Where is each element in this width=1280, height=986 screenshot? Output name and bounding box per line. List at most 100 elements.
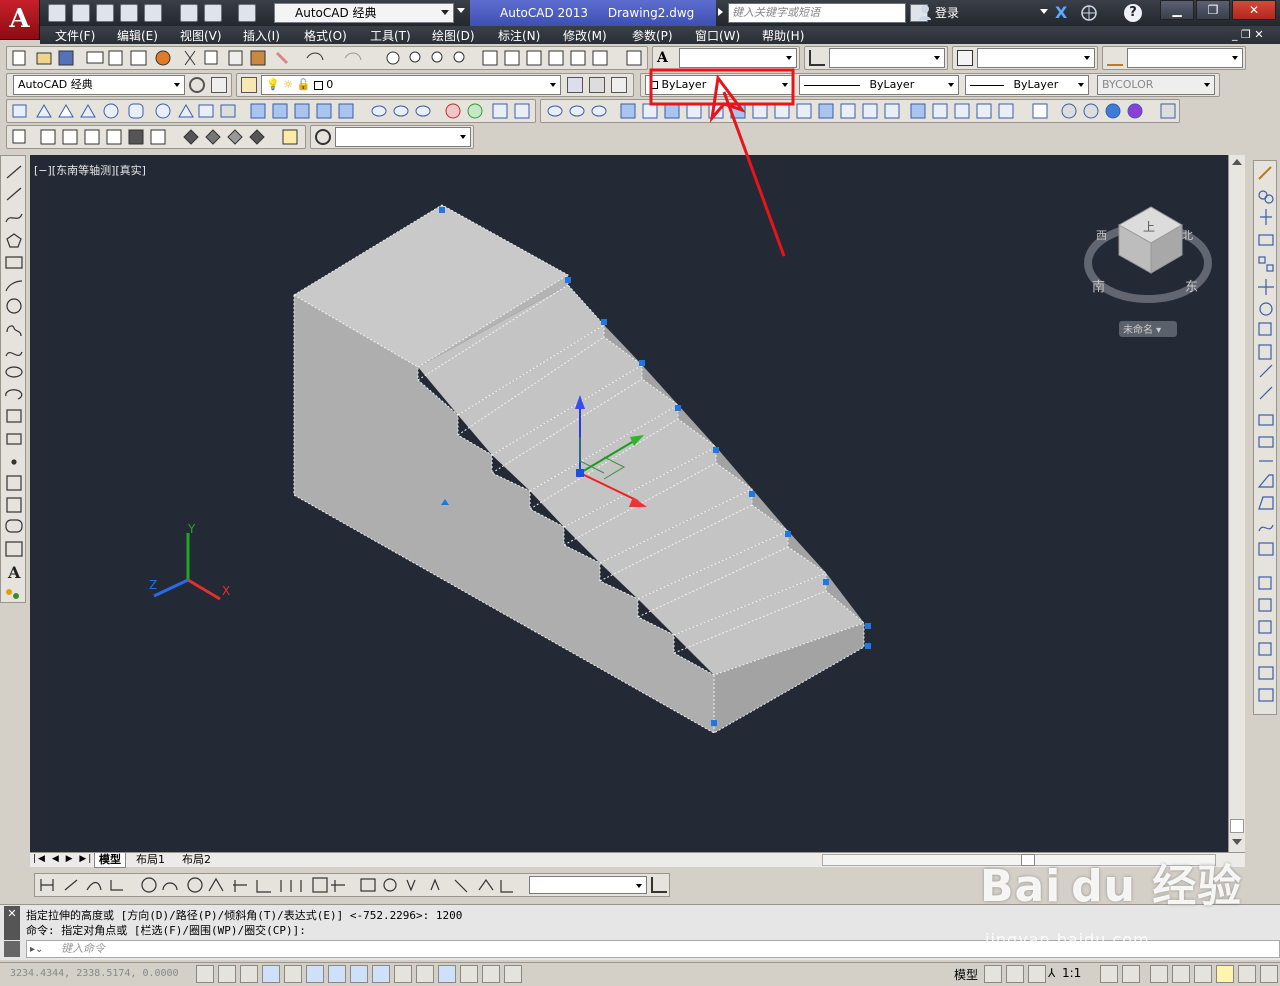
minimize-button[interactable]: ▁ — [1160, 0, 1194, 20]
named-view-icon[interactable] — [315, 129, 331, 145]
restore-button[interactable]: ❐ — [1196, 0, 1230, 20]
scroll-thumb[interactable] — [1230, 819, 1244, 833]
undo-icon[interactable] — [204, 4, 222, 22]
annotation-scale-icon[interactable]: ⅄ — [1048, 966, 1055, 980]
transparency-toggle[interactable] — [438, 965, 456, 983]
menu-dimension[interactable]: 标注(N) — [498, 27, 540, 44]
named-view-combo[interactable] — [335, 127, 471, 147]
exchange-icon[interactable]: X — [1055, 4, 1073, 22]
close-button[interactable]: ✕ — [1232, 0, 1276, 20]
dynamic-input-toggle[interactable] — [394, 965, 412, 983]
annotation-monitor-toggle[interactable] — [504, 965, 522, 983]
workspace-switching-icon[interactable] — [1150, 965, 1168, 983]
isolate-objects-icon[interactable] — [1216, 965, 1234, 983]
model-space-button[interactable]: 模型 — [954, 966, 978, 983]
hardware-acceleration-icon[interactable] — [1194, 965, 1212, 983]
color-combo[interactable]: ByLayer — [645, 75, 793, 95]
plot-preview-icon[interactable] — [144, 4, 162, 22]
quick-access-dropdown-icon[interactable] — [457, 8, 465, 13]
text-style-icon[interactable]: A — [657, 50, 668, 66]
multileader-style-combo[interactable] — [1127, 48, 1243, 68]
sign-in-link[interactable]: 登录 — [935, 4, 959, 21]
print-icon[interactable] — [180, 4, 198, 22]
multileader-style-icon[interactable] — [1107, 50, 1123, 66]
table-style-icon[interactable] — [957, 50, 973, 66]
network-icon[interactable] — [1080, 4, 1098, 22]
make-current-layer-icon[interactable] — [567, 77, 583, 93]
ortho-mode-toggle[interactable] — [262, 965, 280, 983]
clean-screen-icon[interactable] — [1260, 965, 1278, 983]
pan-icon[interactable] — [1028, 965, 1046, 983]
quick-view-layouts-icon[interactable] — [984, 965, 1002, 983]
layer-state-icon[interactable] — [611, 77, 627, 93]
menu-window[interactable]: 窗口(W) — [695, 27, 740, 44]
help-icon[interactable]: ? — [1124, 4, 1142, 22]
quick-view-drawings-icon[interactable] — [1006, 965, 1024, 983]
menu-view[interactable]: 视图(V) — [180, 27, 222, 44]
menu-draw[interactable]: 绘图(D) — [432, 27, 475, 44]
scroll-up-icon[interactable] — [1232, 159, 1242, 165]
tab-layout1[interactable]: 布局1 — [136, 853, 165, 867]
quick-properties-toggle[interactable] — [460, 965, 478, 983]
snap-mode-toggle[interactable] — [218, 965, 236, 983]
save-as-icon[interactable] — [120, 4, 138, 22]
vertical-scrollbar[interactable] — [1228, 155, 1245, 852]
menu-parametric[interactable]: 参数(P) — [632, 27, 673, 44]
grid-display-toggle[interactable] — [240, 965, 258, 983]
layer-previous-icon[interactable] — [589, 77, 605, 93]
menu-edit[interactable]: 编辑(E) — [117, 27, 158, 44]
menu-insert[interactable]: 插入(I) — [243, 27, 280, 44]
doc-window-controls[interactable]: _ ❐ ✕ — [1232, 28, 1264, 41]
save-icon[interactable] — [96, 4, 114, 22]
polar-tracking-toggle[interactable] — [284, 965, 302, 983]
dim-style-control-combo[interactable] — [529, 876, 647, 894]
table-style-combo[interactable] — [977, 48, 1095, 68]
workspace-save-icon[interactable] — [211, 77, 227, 93]
dim-style-update-icon[interactable] — [651, 877, 667, 893]
object-snap-toggle[interactable] — [306, 965, 324, 983]
title-more-icon[interactable] — [718, 8, 723, 16]
cursor-coordinates[interactable]: 3234.4344, 2338.5174, 0.0000 — [10, 968, 179, 979]
object-snap-tracking-toggle[interactable] — [350, 965, 368, 983]
dim-style-combo[interactable] — [829, 48, 945, 68]
autocad-app-menu-icon[interactable]: A — [0, 0, 40, 40]
command-window-close-icon[interactable]: ✕ — [4, 906, 20, 940]
app-title: AutoCAD 2013 — [500, 6, 589, 20]
new-file-icon[interactable] — [48, 4, 66, 22]
command-customize-icon[interactable] — [4, 941, 20, 957]
selection-cycling-toggle[interactable] — [482, 965, 500, 983]
help-search-input[interactable]: 键入关键字或短语 — [728, 3, 906, 23]
annotation-visibility-icon[interactable] — [1100, 965, 1118, 983]
redo-icon[interactable] — [238, 4, 256, 22]
viewcube[interactable]: 上 南 东 西 北 — [1084, 206, 1212, 303]
scroll-down-icon[interactable] — [1232, 839, 1242, 845]
login-dropdown-icon[interactable] — [1040, 9, 1048, 14]
tab-nav-arrows[interactable]: |◀ ◀ ▶ ▶| — [33, 854, 93, 864]
lineweight-toggle[interactable] — [416, 965, 434, 983]
workspace-settings-icon[interactable] — [189, 77, 205, 93]
status-menu-icon[interactable] — [1238, 965, 1256, 983]
tab-model[interactable]: 模型 — [94, 853, 126, 868]
workspace-combo[interactable]: AutoCAD 经典 — [13, 75, 185, 95]
auto-scale-icon[interactable] — [1122, 965, 1140, 983]
menu-tools[interactable]: 工具(T) — [370, 27, 411, 44]
open-file-icon[interactable] — [72, 4, 90, 22]
dynamic-ucs-toggle[interactable] — [372, 965, 390, 983]
menu-help[interactable]: 帮助(H) — [762, 27, 804, 44]
toolbar-lock-icon[interactable] — [1172, 965, 1190, 983]
menu-modify[interactable]: 修改(M) — [563, 27, 607, 44]
annotation-scale[interactable]: 1:1 — [1062, 966, 1081, 980]
layer-properties-icon[interactable] — [241, 77, 257, 93]
workspace-select[interactable]: AutoCAD 经典 — [274, 3, 454, 23]
linetype-combo[interactable]: ByLayer — [799, 75, 959, 95]
user-icon[interactable] — [918, 4, 932, 20]
menu-file[interactable]: 文件(F) — [55, 27, 95, 44]
tab-layout2[interactable]: 布局2 — [182, 853, 211, 867]
menu-format[interactable]: 格式(O) — [304, 27, 347, 44]
text-style-combo[interactable] — [679, 48, 797, 68]
layer-combo[interactable]: 💡 ☼ 🔓 0 — [261, 75, 561, 95]
dim-style-icon[interactable] — [809, 50, 825, 66]
infer-constraints-toggle[interactable] — [196, 965, 214, 983]
3d-object-snap-toggle[interactable] — [328, 965, 346, 983]
lineweight-combo[interactable]: ByLayer — [965, 75, 1089, 95]
